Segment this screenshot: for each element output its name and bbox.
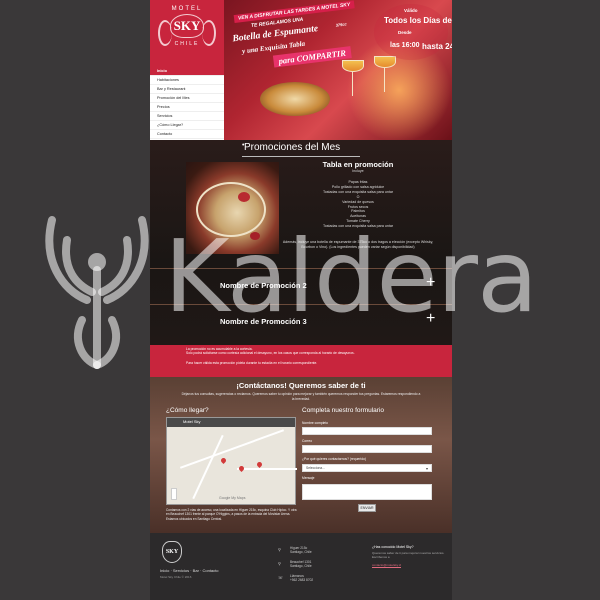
reason-select[interactable]: Selecciona... ▾: [302, 464, 432, 472]
form-title: Completa nuestro formulario: [302, 407, 385, 414]
footer-links[interactable]: Inicio · Servicios · Bar · Contacto: [160, 568, 218, 573]
hours-valid: Válido: [404, 8, 418, 13]
map-road: [192, 434, 224, 500]
select-value: Selecciona...: [306, 466, 325, 470]
notice-text: La promoción no es acumulable a la corte…: [186, 347, 426, 356]
food-detail: [238, 192, 250, 202]
notice-line: Para hacer válida esta promoción pídela …: [186, 361, 318, 365]
promo-food-image: [186, 162, 279, 254]
embedded-map[interactable]: Motel Sky Google My Maps: [166, 417, 297, 505]
address-2: Beauchef 1301 Santiago, Chile: [290, 560, 312, 568]
accordion-label: Nombre de Promoción 2: [220, 281, 307, 290]
footer-question-title: ¿Has conocido Motel Sky?: [372, 545, 414, 549]
map-attribution: Google My Maps: [219, 496, 246, 500]
phoenix-logo-icon: [45, 216, 149, 369]
promo-notice: La promoción no es acumulable a la corte…: [150, 345, 452, 377]
phone-block: Llámanos +562 2683 8702: [290, 574, 313, 582]
website: MOTEL SKY CHILE Inicio Habitaciones Bar …: [150, 0, 452, 600]
phone-icon: ☏: [278, 575, 284, 580]
footer-logo[interactable]: SKY: [162, 541, 182, 563]
accordion-promo-3[interactable]: Nombre de Promoción 3 +: [150, 304, 452, 336]
hours-from: Desde: [398, 30, 412, 35]
map-pin-icon[interactable]: [219, 456, 228, 465]
chevron-down-icon: ▾: [425, 466, 428, 471]
phone-number[interactable]: +562 2683 8702: [290, 578, 313, 582]
logo[interactable]: MOTEL SKY CHILE: [150, 0, 224, 66]
promo-1-items: Papas fritas Pollo grillado con salsa ag…: [280, 180, 436, 229]
logo-bottom-text: CHILE: [174, 41, 200, 47]
site-footer: SKY Inicio · Servicios · Bar · Contacto …: [150, 533, 452, 600]
map-pin-icon: ⚲: [278, 547, 281, 552]
hours-start: las 16:00: [390, 42, 420, 49]
accordion-promo-2[interactable]: Nombre de Promoción 2 +: [150, 268, 452, 300]
promotions-title: Promociones del Mes: [244, 142, 341, 153]
map-header: Motel Sky: [167, 418, 295, 427]
map-title: Motel Sky: [183, 419, 201, 424]
site-header: MOTEL SKY CHILE Inicio Habitaciones Bar …: [150, 0, 452, 140]
main-menu: Inicio Habitaciones Bar y Restaurant Pro…: [150, 66, 224, 140]
menu-item-contacto[interactable]: Contacto: [150, 129, 224, 139]
address-1: Higuer 215c Santiago, Chile: [290, 546, 312, 554]
contact-section: ¡Contáctanos! Queremos saber de ti Déjan…: [150, 377, 452, 533]
map-pin-icon: ⚲: [278, 561, 281, 566]
promo-1-extra: Además, incluye una botella de espumante…: [282, 240, 434, 249]
food-detail: [250, 232, 260, 240]
address-line: Santiago, Chile: [290, 564, 312, 568]
footer-email-link[interactable]: contacto@motelsky.cl: [372, 563, 401, 567]
reason-label: ¿Por qué quieres contactarnos? (requerid…: [302, 457, 366, 461]
map-road: [179, 429, 285, 469]
banner-line-3: Botella de Espumante: [232, 23, 319, 45]
notice-line: Solo podrá solicitarse como cortesía adi…: [186, 351, 355, 356]
accordion-label: Nombre de Promoción 3: [220, 317, 307, 326]
map-pin-icon[interactable]: [255, 460, 264, 469]
map-road: [237, 468, 297, 470]
hours-end: hasta 24:00 hrs.: [422, 42, 452, 51]
contact-title: ¡Contáctanos! Queremos saber de ti: [236, 381, 366, 390]
email-label: Correo: [302, 439, 313, 443]
glass-stem: [384, 68, 385, 92]
contact-subtitle: Déjanos tus consultas, sugerencias o rec…: [181, 392, 421, 401]
logo-top-text: MOTEL: [171, 6, 203, 12]
title-underline: [242, 156, 360, 157]
footer-copyright: Motel Sky Chile © 2016: [160, 575, 192, 579]
plus-icon[interactable]: +: [426, 275, 435, 291]
screenshot-stage: MOTEL SKY CHILE Inicio Habitaciones Bar …: [0, 0, 600, 600]
zoom-control[interactable]: [171, 488, 177, 500]
platter-rim: [196, 182, 266, 237]
promo-1-title: Tabla en promoción: [322, 160, 394, 169]
submit-button[interactable]: ENVIAR: [358, 504, 376, 512]
promo-banner: VEN A DISFRUTAR LAS TARDES A MOTEL SKY T…: [224, 0, 452, 140]
name-label: Nombre completo: [302, 421, 329, 425]
directions-note: Contamos con 2 vías de acceso, una local…: [166, 508, 297, 521]
promo-sticker: VEN A DISFRUTAR LAS TARDES A MOTEL SKY T…: [223, 0, 365, 100]
banner-size: 375cc: [335, 21, 348, 28]
plus-icon[interactable]: +: [426, 311, 435, 327]
promo-1-includes: Incluye: [352, 169, 364, 173]
promotions-section: • Promociones del Mes Tabla en promoción…: [150, 140, 452, 345]
map-pin-icon[interactable]: [237, 464, 246, 473]
cocktail-glass-icon: [374, 56, 396, 68]
hours-sticker: Válido Todos los Días de la semana Desde…: [374, 4, 452, 60]
name-field[interactable]: [302, 427, 432, 435]
email-field[interactable]: [302, 445, 432, 453]
list-item: Tostadas con una exquisita salsa para un…: [322, 224, 394, 229]
footer-question-text: Queremos saber de ti para mejorar nuestr…: [372, 551, 445, 559]
address-line: Santiago, Chile: [290, 550, 312, 554]
message-label: Mensaje: [302, 476, 315, 480]
message-textarea[interactable]: [302, 484, 432, 500]
how-to-arrive-title: ¿Cómo llegar?: [166, 407, 209, 414]
logo-name: SKY: [170, 14, 204, 38]
hours-days: Todos los Días de la semana: [384, 16, 452, 25]
